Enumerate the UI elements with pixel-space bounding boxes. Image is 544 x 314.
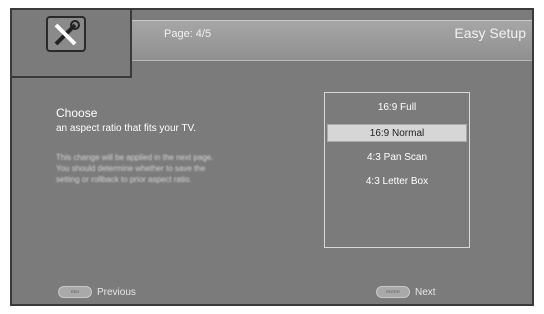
description-line: setting or rollback to prior aspect rati… xyxy=(56,175,192,184)
description-line: This change will be applied in the next … xyxy=(56,153,214,162)
description-line: You should determine whether to save the xyxy=(56,164,206,173)
option-4-3-pan-scan[interactable]: 4:3 Pan Scan xyxy=(327,149,467,167)
enter-key-icon: ENTER xyxy=(376,286,410,298)
previous-label: Previous xyxy=(97,286,136,298)
aspect-ratio-list: 16:9 Full 16:9 Normal 4:3 Pan Scan 4:3 L… xyxy=(324,92,470,248)
instruction-text: an aspect ratio that fits your TV. xyxy=(56,123,197,134)
setup-icon-panel xyxy=(12,10,132,78)
option-4-3-letter-box[interactable]: 4:3 Letter Box xyxy=(327,173,467,191)
option-16-9-normal[interactable]: 16:9 Normal xyxy=(327,124,467,142)
previous-button[interactable]: RED Previous xyxy=(58,286,136,298)
next-label: Next xyxy=(415,286,436,298)
choose-heading: Choose xyxy=(56,106,98,120)
next-button[interactable]: ENTER Next xyxy=(376,286,436,298)
red-key-icon: RED xyxy=(58,286,92,298)
wrench-screwdriver-icon xyxy=(46,16,86,52)
easy-setup-screen: Page: 4/5 Easy Setup Choose an aspect ra… xyxy=(10,8,534,306)
page-indicator: Page: 4/5 xyxy=(164,28,212,40)
header-divider xyxy=(131,60,532,61)
description-text: This change will be applied in the next … xyxy=(56,152,306,185)
page-title: Easy Setup xyxy=(454,25,526,41)
option-16-9-full[interactable]: 16:9 Full xyxy=(327,99,467,117)
